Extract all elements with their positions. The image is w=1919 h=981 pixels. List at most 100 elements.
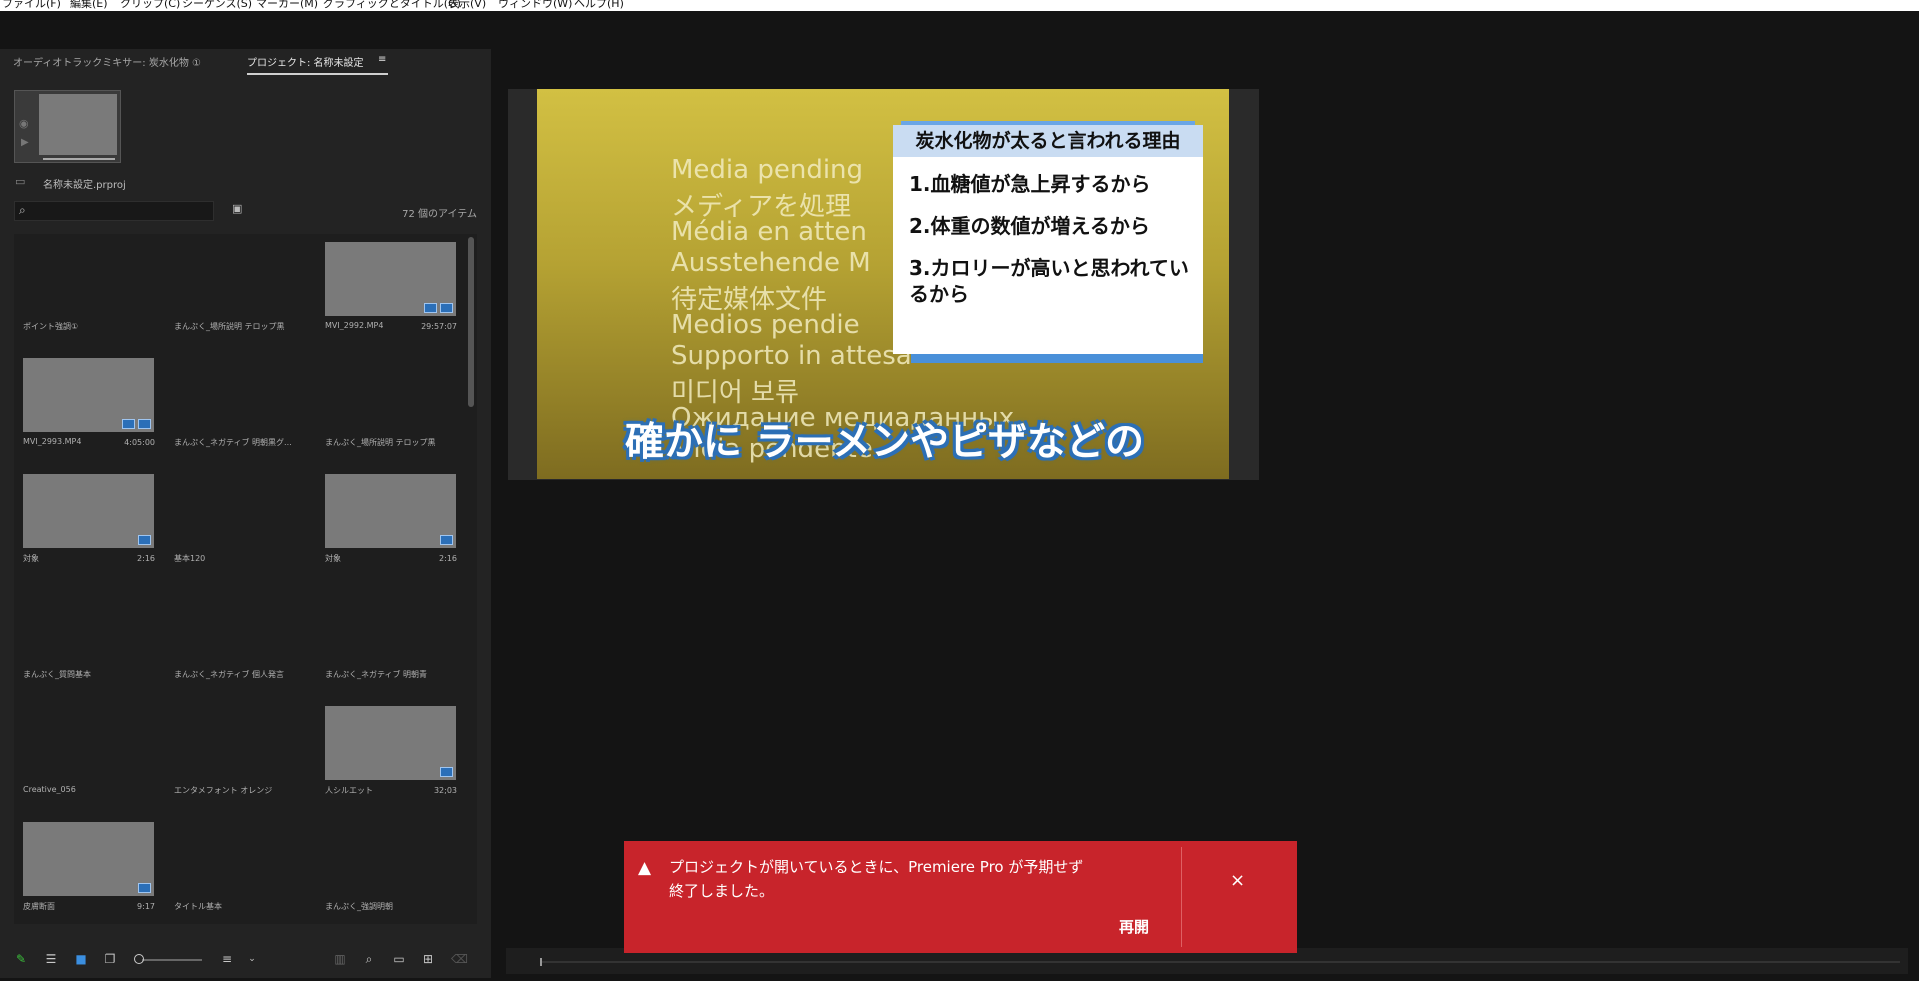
media-pending-text: Supporto in attesa xyxy=(671,341,912,371)
bin-item[interactable]: まんぷく_ネガティブ 明朝青 xyxy=(316,582,461,698)
trash-icon[interactable]: ⌫ xyxy=(451,952,468,966)
clip-thumbnail[interactable] xyxy=(325,474,456,548)
panel-menu-icon[interactable]: ≡ xyxy=(378,54,386,65)
chevron-down-icon[interactable]: ⌄ xyxy=(245,952,259,966)
bin-item-duration: 2:16 xyxy=(439,554,457,563)
menu-edit[interactable]: 編集(E) xyxy=(70,0,108,11)
menu-graphics[interactable]: グラフィックとタイトル(G) xyxy=(323,0,461,11)
bin-item[interactable]: 基本120 xyxy=(165,466,310,582)
media-badge-icon xyxy=(138,535,151,545)
subtitle-caption: 確かに ラーメンやピザなどの xyxy=(625,420,1145,465)
bin-item-name: 対象 xyxy=(325,554,341,563)
bin-item-name: ポイント強調① xyxy=(23,322,79,331)
zoom-slider-handle[interactable] xyxy=(134,954,144,964)
bin-item[interactable]: MVI_2992.MP4 29:57:07 xyxy=(316,234,461,350)
bin-item-duration: 29:57:07 xyxy=(421,322,457,331)
bin-item-name: まんぷく_強調明朝 xyxy=(325,902,393,911)
playhead[interactable] xyxy=(540,958,542,966)
clip-thumbnail[interactable] xyxy=(23,474,154,548)
media-pending-text: Medios pendie xyxy=(671,310,860,340)
find-bin-icon[interactable]: ▣ xyxy=(232,202,242,215)
reopen-button[interactable]: 再開 xyxy=(1119,916,1149,937)
search-input[interactable]: ⌕ xyxy=(14,201,214,221)
sort-icon[interactable]: ≡ xyxy=(220,952,234,966)
bin-item[interactable]: まんぷく_ネガティブ 明朝黒グ... xyxy=(165,350,310,466)
project-file-name: 名称未設定.prproj xyxy=(43,180,126,191)
bin-item[interactable]: 対象 2:16 xyxy=(316,466,461,582)
bin-item[interactable]: 対象 2:16 xyxy=(14,466,159,582)
bin-item-name: まんぷく_ネガティブ 明朝青 xyxy=(325,670,428,679)
new-item-icon[interactable]: ⊞ xyxy=(421,952,435,966)
camera-icon[interactable]: ◉ xyxy=(19,117,29,130)
tab-audio-mixer[interactable]: オーディオトラックミキサー: 炭水化物 ① xyxy=(13,54,201,69)
menu-window[interactable]: ウィンドウ(W) xyxy=(498,0,572,11)
media-badge-icon xyxy=(138,419,151,429)
menu-clip[interactable]: クリップ(C) xyxy=(120,0,180,11)
clip-thumbnail[interactable] xyxy=(325,242,456,316)
bin-item[interactable]: 人シルエット 32;03 xyxy=(316,698,461,814)
card-item-1: 1.血糖値が急上昇するから xyxy=(909,172,1151,196)
bin-item[interactable]: エンタメフォント オレンジ xyxy=(165,698,310,814)
bin-item[interactable]: Creative_056 xyxy=(14,698,159,814)
menu-bar: ファイル(F) 編集(E) クリップ(C) シーケンス(S) マーカー(M) グ… xyxy=(0,0,1919,11)
bin-item-duration: 4:05:00 xyxy=(124,438,155,447)
preview-thumbnail: ◉ ▶ xyxy=(14,90,121,163)
folder-icon: ▭ xyxy=(15,175,26,188)
bin-item-name: MVI_2993.MP4 xyxy=(23,437,82,446)
bin-item-name: まんぷく_場所説明 テロップ黒 xyxy=(174,322,285,331)
bin-item[interactable]: まんぷく_場所説明 テロップ黒 xyxy=(165,234,310,350)
menu-sequence[interactable]: シーケンス(S) xyxy=(182,0,252,11)
bin-item[interactable]: 皮膚断面 9:17 xyxy=(14,814,159,924)
play-icon[interactable]: ▶ xyxy=(21,137,29,148)
bin-scrollbar[interactable] xyxy=(468,237,474,407)
media-badge-icon xyxy=(138,883,151,893)
audio-badge-icon xyxy=(122,419,135,429)
bin-item[interactable]: まんぷく_強調明朝 xyxy=(316,814,461,924)
bin-item-name: まんぷく_質問基本 xyxy=(23,670,91,679)
bin-item-name: 対象 xyxy=(23,554,39,563)
title-card: 炭水化物が太ると言われる理由 1.血糖値が急上昇するから 2.体重の数値が増える… xyxy=(893,117,1203,363)
media-badge-icon xyxy=(440,767,453,777)
toast-divider xyxy=(1181,847,1182,947)
item-count: 72 個のアイテム xyxy=(402,209,477,220)
menu-file[interactable]: ファイル(F) xyxy=(2,0,61,11)
close-icon[interactable]: × xyxy=(1230,870,1245,891)
automate-icon[interactable]: ▥ xyxy=(333,952,347,966)
bin-item[interactable]: ポイント強調① xyxy=(14,234,159,350)
list-view-icon[interactable]: ☰ xyxy=(44,952,58,966)
bin-item[interactable]: MVI_2993.MP4 4:05:00 xyxy=(14,350,159,466)
card-item-2: 2.体重の数値が増えるから xyxy=(909,214,1150,238)
find-icon[interactable]: ⌕ xyxy=(362,952,376,966)
bin-item[interactable]: まんぷく_質問基本 xyxy=(14,582,159,698)
active-tab-indicator xyxy=(247,73,388,75)
bin-item-name: 基本120 xyxy=(174,554,206,563)
bin-item-duration: 2:16 xyxy=(137,554,155,563)
clip-thumbnail[interactable] xyxy=(23,358,154,432)
video-frame: Media pending メディアを処理 Média en atten Ausste… xyxy=(537,89,1229,479)
icon-view-icon[interactable]: ■ xyxy=(74,952,88,966)
bin-item[interactable]: まんぷく_場所説明 テロップ黒 xyxy=(316,350,461,466)
tab-project[interactable]: プロジェクト: 名称未設定 xyxy=(247,54,364,69)
error-message: プロジェクトが開いているときに、Premiere Pro が予期せず終了しました… xyxy=(669,858,1084,900)
menu-help[interactable]: ヘルプ(H) xyxy=(574,0,624,11)
menu-marker[interactable]: マーカー(M) xyxy=(256,0,318,11)
search-icon: ⌕ xyxy=(19,203,26,217)
clip-thumbnail[interactable] xyxy=(23,822,154,896)
zoom-slider[interactable] xyxy=(142,959,202,961)
bin-item-duration: 32;03 xyxy=(433,786,457,795)
project-panel: オーディオトラックミキサー: 炭水化物 ① プロジェクト: 名称未設定 ≡ ◉ … xyxy=(0,49,491,978)
bin-item-name: まんぷく_場所説明 テロップ黒 xyxy=(325,438,436,447)
media-badge-icon xyxy=(440,303,453,313)
warning-icon: ▲ xyxy=(638,858,652,878)
bin-item[interactable]: タイトル基本 xyxy=(165,814,310,924)
media-pending-text: Média en atten xyxy=(671,217,867,247)
error-toast: ▲ プロジェクトが開いているときに、Premiere Pro が予期せず終了しま… xyxy=(624,841,1297,953)
new-bin-icon[interactable]: ▭ xyxy=(392,952,406,966)
bin-item[interactable]: まんぷく_ネガティブ 個人発言 xyxy=(165,582,310,698)
clip-thumbnail[interactable] xyxy=(325,706,456,780)
media-pending-text: Ausstehende M xyxy=(671,248,871,278)
pencil-icon[interactable]: ✎ xyxy=(14,952,28,966)
freeform-view-icon[interactable]: ❐ xyxy=(103,952,117,966)
menu-view[interactable]: 表示(V) xyxy=(448,0,486,11)
audio-badge-icon xyxy=(424,303,437,313)
